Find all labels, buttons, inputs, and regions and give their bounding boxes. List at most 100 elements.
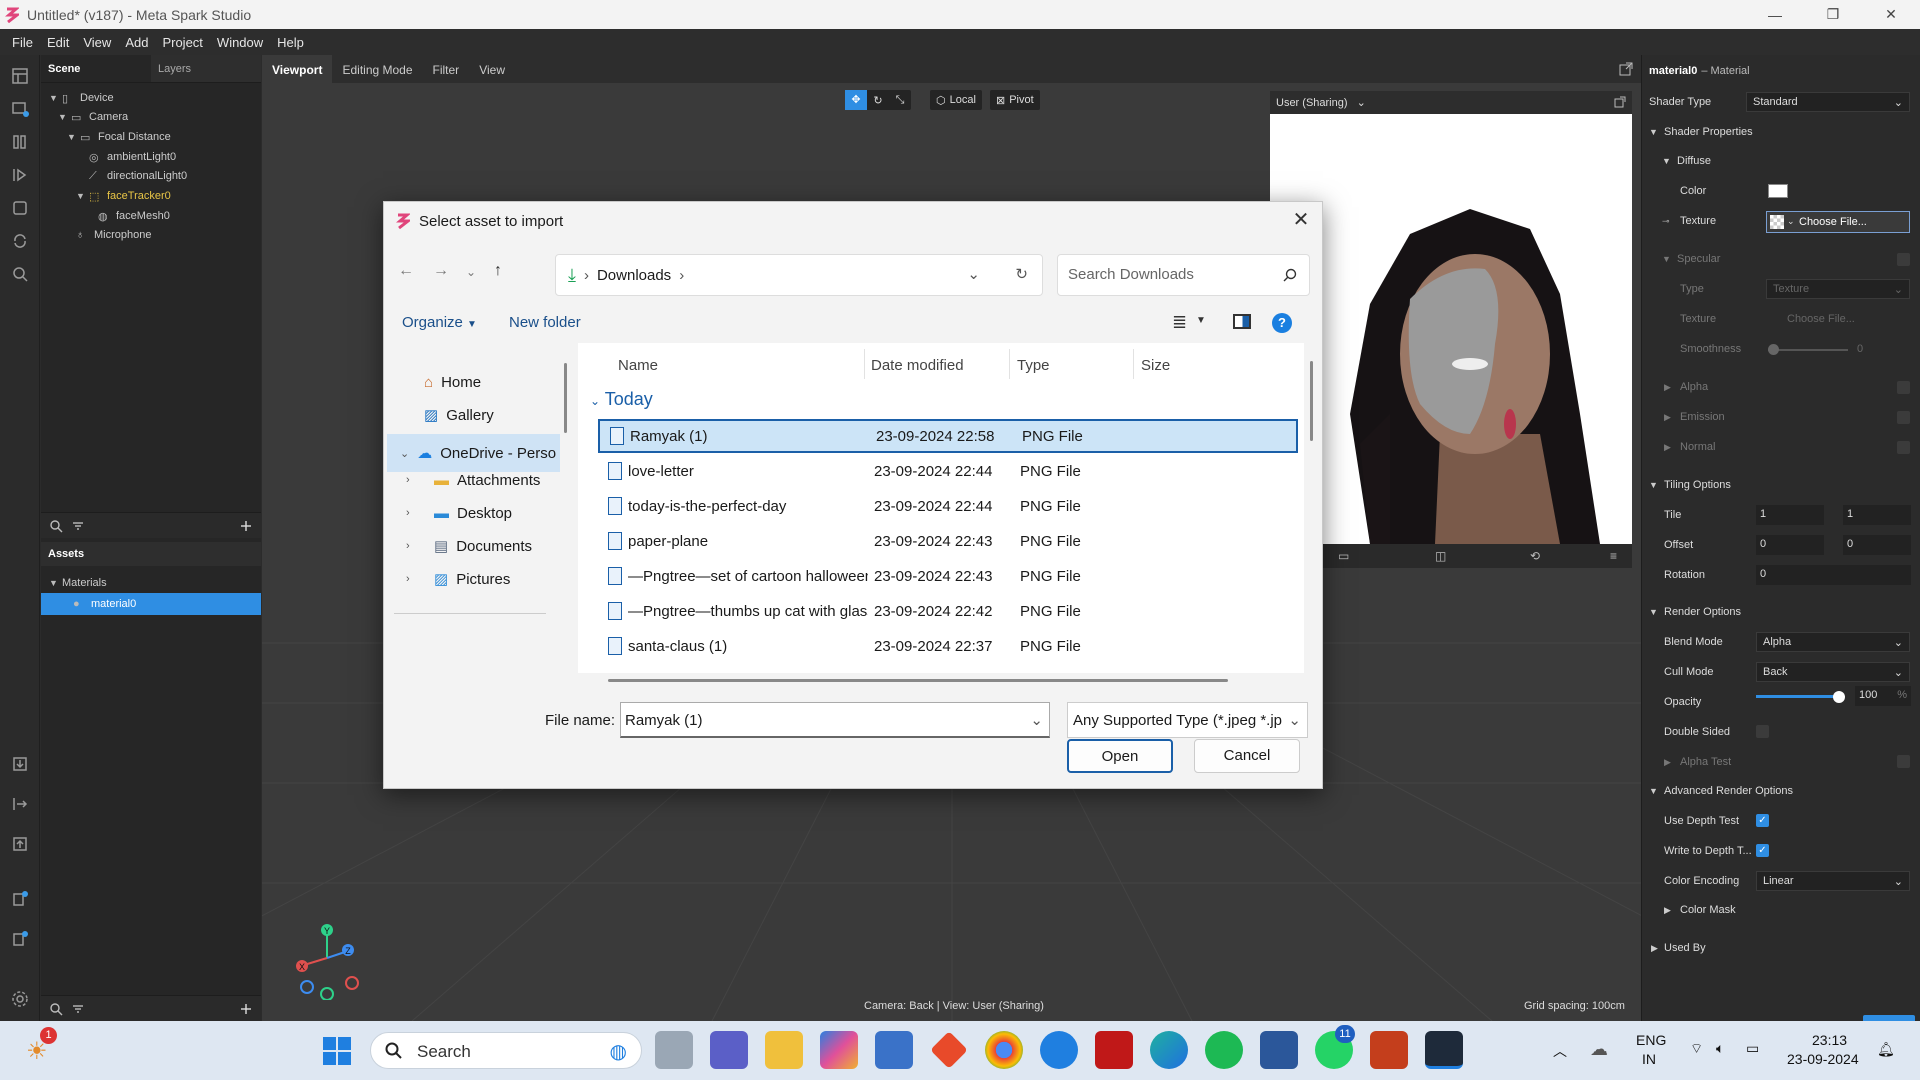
nav-documents[interactable]: › ▤ Documents bbox=[406, 529, 532, 563]
smoothness-slider[interactable] bbox=[1768, 349, 1848, 351]
smoothness-handle[interactable] bbox=[1768, 344, 1779, 355]
collapse-arrow-icon[interactable]: ▼ bbox=[1649, 786, 1658, 796]
used-by-section[interactable]: Used By bbox=[1664, 942, 1706, 954]
scroll-thumb[interactable] bbox=[608, 679, 1228, 682]
address-path[interactable]: Downloads bbox=[597, 267, 671, 284]
column-size[interactable]: Size bbox=[1141, 357, 1170, 374]
menu-edit[interactable]: Edit bbox=[47, 35, 69, 50]
choose-file-button[interactable]: Choose File... bbox=[1799, 216, 1867, 228]
tab-viewport[interactable]: Viewport bbox=[262, 55, 333, 83]
nav-pictures[interactable]: › ▨ Pictures bbox=[406, 562, 510, 596]
column-divider[interactable] bbox=[1009, 349, 1010, 379]
expand-arrow-icon[interactable]: ▶ bbox=[1664, 412, 1671, 423]
task-view-icon[interactable] bbox=[655, 1031, 693, 1069]
camera-icon[interactable]: ▭ bbox=[1338, 549, 1349, 563]
powerpoint-icon[interactable] bbox=[1370, 1031, 1408, 1069]
chevron-right-icon[interactable]: › bbox=[406, 507, 426, 519]
offset-x-input[interactable]: 0 bbox=[1756, 535, 1824, 555]
write-depth-checkbox[interactable]: ✓ bbox=[1756, 844, 1769, 857]
region-indicator[interactable]: IN bbox=[1642, 1051, 1656, 1067]
test-device-icon[interactable] bbox=[11, 890, 29, 908]
meta-spark-taskbar-icon[interactable] bbox=[1425, 1031, 1463, 1069]
battery-icon[interactable]: ▭ bbox=[1746, 1040, 1759, 1057]
clock-time[interactable]: 23:13 bbox=[1812, 1032, 1847, 1048]
tab-scene[interactable]: Scene bbox=[41, 55, 151, 82]
color-mask-section[interactable]: Color Mask bbox=[1680, 904, 1736, 916]
expand-arrow-icon[interactable]: ▼ bbox=[76, 191, 85, 201]
tree-item-focal-distance[interactable]: ▼ ▭ Focal Distance bbox=[67, 127, 171, 147]
assets-icon[interactable] bbox=[11, 133, 29, 151]
depth-test-checkbox[interactable]: ✓ bbox=[1756, 814, 1769, 827]
taskbar-search[interactable]: Search ◍ bbox=[370, 1032, 642, 1069]
notifications-bell-icon[interactable]: 🔔︎ bbox=[1877, 1041, 1895, 1058]
tree-item-ambient-light[interactable]: ◎ ambientLight0 bbox=[89, 147, 176, 167]
alpha-test-section[interactable]: Alpha Test bbox=[1680, 756, 1731, 768]
asset-item-row[interactable]: ● material0 bbox=[73, 594, 136, 614]
open-button[interactable]: Open bbox=[1067, 739, 1173, 773]
layout-icon[interactable] bbox=[11, 67, 29, 85]
teams-icon[interactable] bbox=[710, 1031, 748, 1069]
close-icon[interactable]: ✕ bbox=[1290, 210, 1312, 232]
nav-gallery[interactable]: ▨ Gallery bbox=[424, 398, 494, 432]
simulator-icon[interactable] bbox=[11, 199, 29, 217]
clock-date[interactable]: 23-09-2024 bbox=[1787, 1051, 1859, 1067]
wifi-icon[interactable]: ⌔ bbox=[1690, 1040, 1703, 1058]
screenshot-icon[interactable]: ◫ bbox=[1435, 549, 1446, 563]
rotate-device-icon[interactable]: ⟲ bbox=[1530, 549, 1540, 563]
expand-arrow-icon[interactable]: ▼ bbox=[58, 112, 67, 122]
axis-gizmo[interactable]: Y X Z bbox=[282, 910, 372, 1000]
opacity-handle[interactable] bbox=[1833, 691, 1845, 703]
filter-icon[interactable] bbox=[71, 1002, 85, 1016]
collapse-arrow-icon[interactable]: ▼ bbox=[1649, 127, 1658, 137]
search-icon[interactable] bbox=[49, 1002, 63, 1016]
tab-layers[interactable]: Layers bbox=[151, 55, 198, 82]
nav-attachments[interactable]: › ▬ Attachments bbox=[406, 463, 540, 497]
opacity-input[interactable]: 100% bbox=[1855, 686, 1911, 706]
chevron-right-icon[interactable]: › bbox=[406, 573, 426, 585]
nav-home[interactable]: ⌂ Home bbox=[424, 365, 481, 399]
tree-item-directional-light[interactable]: ⟋ directionalLight0 bbox=[89, 166, 187, 186]
rotation-input[interactable]: 0 bbox=[1756, 565, 1911, 585]
help-app-icon[interactable] bbox=[1040, 1031, 1078, 1069]
file-row[interactable]: Ramyak (1) 23-09-2024 22:58 PNG File bbox=[598, 419, 1298, 453]
volume-icon[interactable]: 🔈︎ bbox=[1716, 1040, 1724, 1057]
column-name[interactable]: Name bbox=[618, 357, 658, 374]
word-icon[interactable] bbox=[1260, 1031, 1298, 1069]
language-indicator[interactable]: ENG bbox=[1636, 1032, 1666, 1048]
column-date-modified[interactable]: Date modified bbox=[871, 357, 964, 374]
address-bar[interactable]: ⤓ › Downloads › ⌄ ↻ bbox=[555, 254, 1043, 296]
double-sided-checkbox[interactable] bbox=[1756, 725, 1769, 738]
new-folder-button[interactable]: New folder bbox=[509, 314, 581, 331]
chrome-icon[interactable] bbox=[985, 1031, 1023, 1069]
asset-group-materials[interactable]: ▼ Materials bbox=[49, 573, 107, 593]
alpha-section[interactable]: Alpha bbox=[1680, 381, 1708, 393]
specular-type-select[interactable]: Texture ⌄ bbox=[1766, 279, 1910, 299]
collapse-arrow-icon[interactable]: ▼ bbox=[1662, 156, 1671, 166]
emission-section[interactable]: Emission bbox=[1680, 411, 1725, 423]
specular-checkbox[interactable] bbox=[1897, 253, 1910, 266]
smoothness-value[interactable]: 0 bbox=[1857, 343, 1863, 355]
preview-device-icon[interactable] bbox=[11, 930, 29, 948]
tile-x-input[interactable]: 1 bbox=[1756, 505, 1824, 525]
blend-mode-select[interactable]: Alpha ⌄ bbox=[1756, 632, 1910, 652]
chevron-right-icon[interactable]: › bbox=[406, 474, 426, 486]
tree-item-face-tracker[interactable]: ▼ ⬚ faceTracker0 bbox=[76, 186, 171, 206]
expand-arrow-icon[interactable]: ▶ bbox=[1664, 382, 1671, 393]
opacity-slider[interactable] bbox=[1756, 695, 1839, 698]
organize-menu[interactable]: Organize ▼ bbox=[402, 314, 477, 331]
nav-scrollbar[interactable] bbox=[564, 363, 567, 433]
column-divider[interactable] bbox=[1133, 349, 1134, 379]
simulator-preview[interactable] bbox=[1270, 114, 1632, 544]
weather-widget-icon[interactable]: ☀ 1 bbox=[22, 1027, 60, 1069]
texture-picker[interactable]: ⌄ Choose File... bbox=[1766, 211, 1910, 233]
color-encoding-select[interactable]: Linear ⌄ bbox=[1756, 871, 1910, 891]
rotate-tool-icon[interactable]: ↻ bbox=[867, 94, 889, 107]
back-arrow-icon[interactable]: ← bbox=[398, 262, 414, 280]
specular-choose-file[interactable]: Choose File... bbox=[1787, 313, 1855, 325]
tree-item-microphone[interactable]: ♁ Microphone bbox=[76, 225, 151, 245]
upload-icon[interactable] bbox=[11, 835, 29, 853]
tile-y-input[interactable]: 1 bbox=[1843, 505, 1911, 525]
add-asset-icon[interactable] bbox=[239, 1002, 253, 1016]
file-row[interactable]: love-letter 23-09-2024 22:44 PNG File bbox=[598, 454, 1298, 488]
close-window-button[interactable]: ✕ bbox=[1862, 6, 1920, 23]
